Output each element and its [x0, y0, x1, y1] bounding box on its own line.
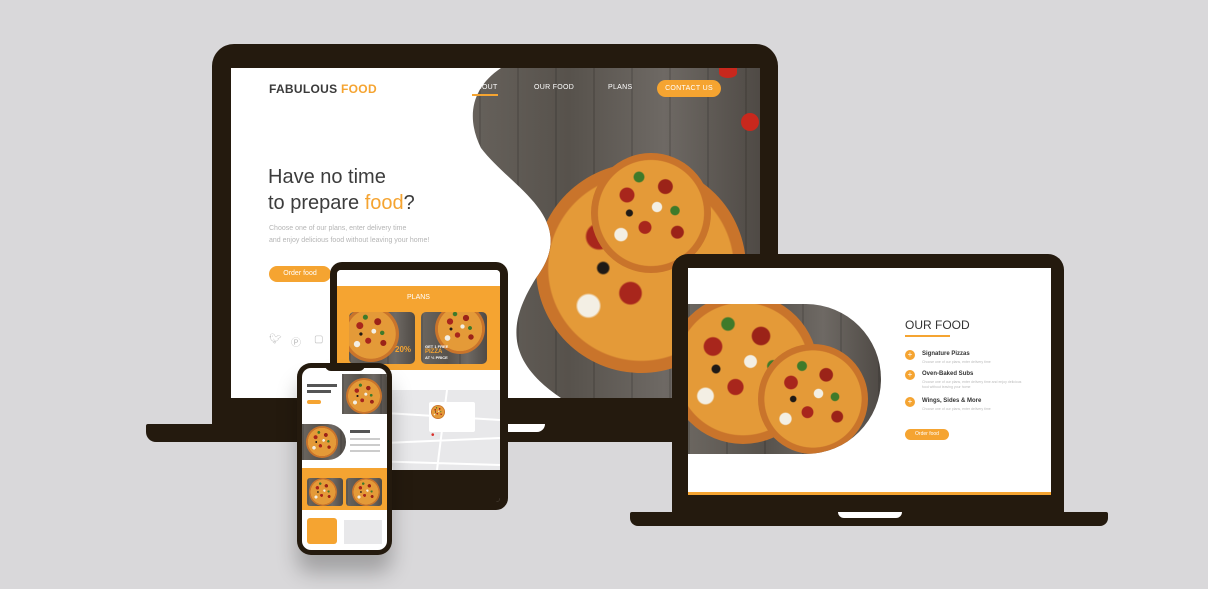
- promo-discount: 20%: [395, 345, 412, 354]
- food-photo: [688, 304, 881, 454]
- food-item-title: Oven-Baked Subs: [922, 371, 974, 377]
- hero-title-line2: to prepare food?: [268, 192, 415, 214]
- tomato-image: [526, 218, 544, 236]
- phone-contact-form[interactable]: [307, 518, 337, 544]
- phone-notch: [325, 365, 365, 371]
- instagram-icon[interactable]: ▢: [314, 334, 323, 345]
- phone-hero-photo: [342, 374, 387, 414]
- food-item-title: Wings, Sides & More: [922, 398, 982, 404]
- hero-title: Have no time to prepare food?: [268, 164, 415, 216]
- phone-map[interactable]: [344, 520, 382, 544]
- pizza-image: [309, 478, 337, 506]
- phone-section-title: [350, 430, 370, 433]
- second-laptop-notch: [838, 512, 902, 518]
- phone-food-photo: [302, 424, 346, 460]
- phone-plans-section: [302, 468, 387, 510]
- hero-description: Choose one of our plans, enter delivery …: [269, 225, 430, 244]
- nav-about[interactable]: ABOUT: [472, 84, 498, 96]
- pizza-image: [352, 478, 380, 506]
- plus-icon[interactable]: +: [905, 370, 915, 380]
- tomato-image: [719, 68, 737, 78]
- plan-card[interactable]: 20%: [349, 312, 415, 364]
- logo[interactable]: FABULOUS FOOD: [269, 82, 377, 96]
- plan-card[interactable]: GET 1 FREE PIZZA AT ½ PRICE: [421, 312, 487, 364]
- plans-section: PLANS 20% GET 1 FREE PIZZA AT ½ PRICE: [337, 286, 500, 370]
- promo-text: GET 1 FREE PIZZA AT ½ PRICE: [425, 344, 449, 360]
- plans-title: PLANS: [407, 294, 430, 301]
- phone-order-button[interactable]: [307, 400, 321, 404]
- logo-text: FABULOUS: [269, 82, 338, 96]
- tomato-image: [741, 113, 759, 131]
- pizza-image: [346, 378, 382, 414]
- food-item-title: Signature Pizzas: [922, 351, 970, 357]
- pinterest-icon[interactable]: Ⓟ: [291, 334, 301, 349]
- title-underline: [905, 335, 950, 337]
- hero-title-line1: Have no time: [268, 166, 386, 188]
- map-pin-icon[interactable]: •: [431, 430, 435, 441]
- phone-item: [350, 438, 380, 440]
- phone-hero-title: [307, 390, 331, 393]
- pizza-image: [349, 312, 399, 362]
- phone-hero-title: [307, 384, 337, 387]
- phone-item: [350, 450, 380, 452]
- food-item-text: Choose one of our plans, enter delivery …: [922, 360, 991, 364]
- order-food-button[interactable]: Order food: [269, 266, 331, 282]
- order-food-button[interactable]: Order food: [905, 429, 949, 440]
- accent-bar: [688, 492, 1051, 495]
- phone-screen: [302, 368, 387, 550]
- plus-icon[interactable]: +: [905, 397, 915, 407]
- pizza-slice-image: [758, 344, 868, 454]
- nav-plans[interactable]: PLANS: [608, 84, 632, 91]
- map-info-card: [429, 402, 475, 432]
- contact-us-button[interactable]: CONTACT US: [657, 80, 721, 97]
- nav-our-food[interactable]: OUR FOOD: [534, 84, 574, 91]
- food-item-text: Choose one of our plans, enter delivery …: [922, 380, 1022, 389]
- tablet-header: [337, 270, 500, 286]
- pizza-image: [306, 426, 338, 458]
- our-food-title: OUR FOOD: [905, 318, 970, 332]
- our-food-screen: OUR FOOD + Signature Pizzas Choose one o…: [688, 268, 1051, 495]
- food-item-text: Choose one of our plans, enter delivery …: [922, 407, 991, 411]
- pizza-image: [431, 405, 445, 419]
- plus-icon[interactable]: +: [905, 350, 915, 360]
- plan-card[interactable]: [346, 478, 382, 506]
- logo-accent-text: FOOD: [341, 82, 377, 96]
- twitter-icon[interactable]: 🐦︎: [269, 334, 282, 345]
- plan-card[interactable]: [307, 478, 343, 506]
- phone-item: [350, 444, 380, 446]
